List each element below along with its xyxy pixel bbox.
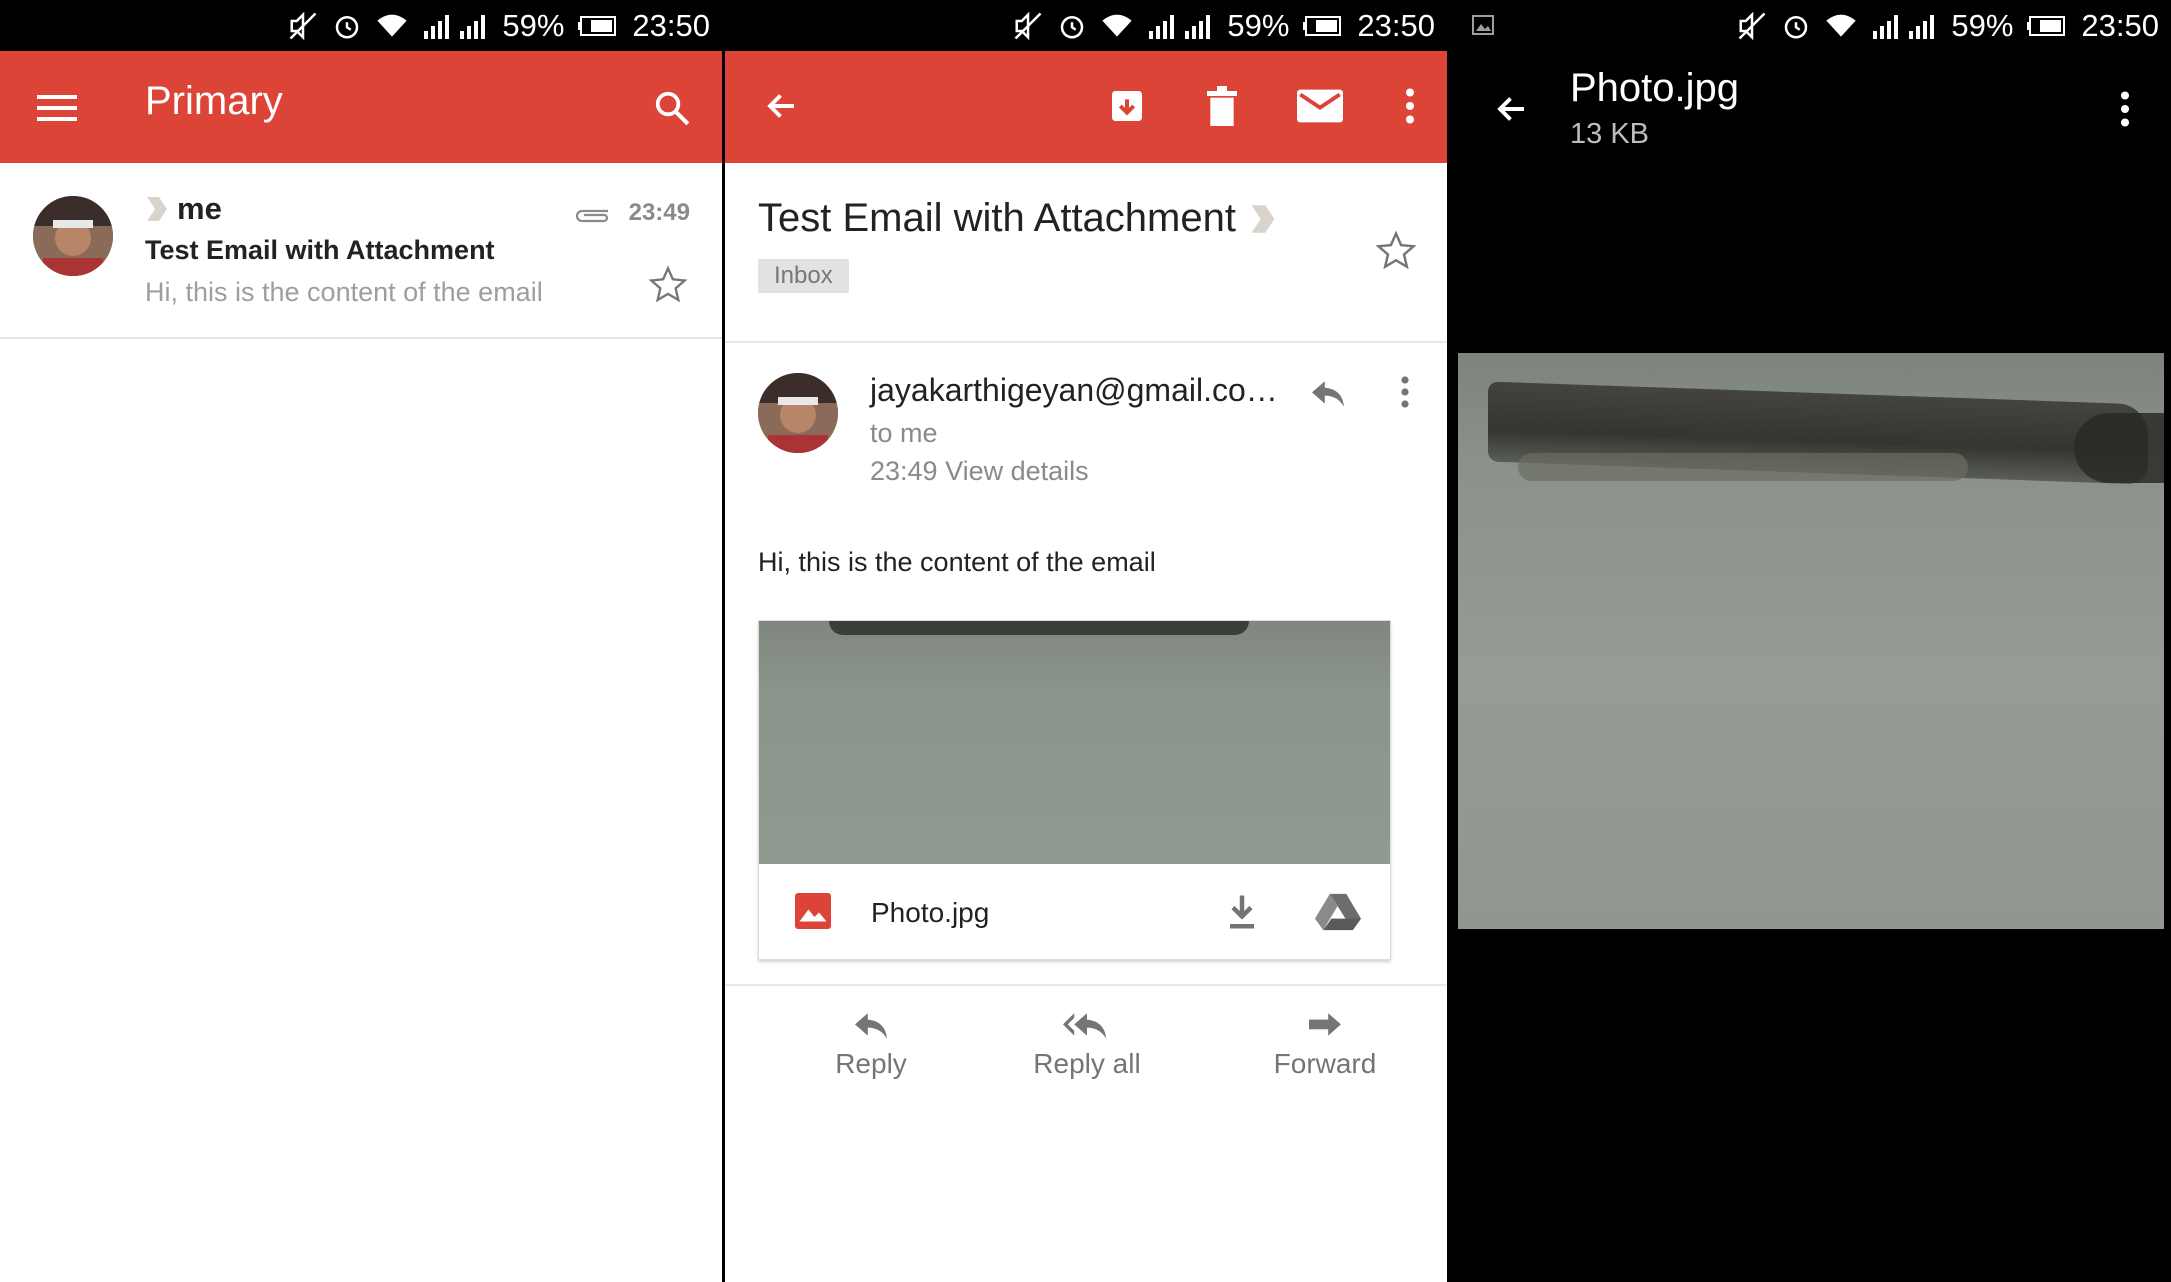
battery-icon xyxy=(1303,15,1342,36)
mute-icon xyxy=(1738,11,1766,40)
signal-icon xyxy=(424,14,486,39)
battery-percent: 59% xyxy=(1227,7,1290,43)
battery-percent: 59% xyxy=(1951,7,2014,43)
status-bar: 59% 23:50 xyxy=(0,0,722,51)
more-options-icon[interactable] xyxy=(2110,82,2140,136)
image-notification-icon xyxy=(1472,15,1494,35)
back-arrow-icon[interactable] xyxy=(755,79,809,133)
signal-icon xyxy=(1149,14,1211,39)
recipient-text: to me xyxy=(870,418,938,448)
attachment-icon xyxy=(575,209,609,223)
sender-avatar xyxy=(758,373,838,453)
wifi-icon xyxy=(377,14,408,37)
sender-name: me xyxy=(177,191,222,226)
label-chip[interactable]: Inbox xyxy=(758,259,849,293)
more-options-icon[interactable] xyxy=(1395,79,1425,133)
mark-unread-icon[interactable] xyxy=(1290,79,1350,133)
battery-percent: 59% xyxy=(502,7,565,43)
sender-more-icon[interactable] xyxy=(1395,370,1415,414)
message-subject: Test Email with Attachment xyxy=(758,196,1236,240)
divider xyxy=(725,984,1447,986)
status-bar: 59% 23:50 xyxy=(725,0,1447,51)
viewer-file-size: 13 KB xyxy=(1570,118,1649,150)
reply-label: Reply xyxy=(835,1048,907,1079)
save-to-drive-icon[interactable] xyxy=(1311,889,1365,935)
menu-icon[interactable] xyxy=(30,81,84,135)
email-subject: Test Email with Attachment xyxy=(145,235,495,265)
signal-icon xyxy=(1873,14,1935,39)
message-screen: 59% 23:50 Test Email with Attachment Inb… xyxy=(725,0,1447,1282)
battery-icon xyxy=(2027,15,2066,36)
reply-all-label: Reply all xyxy=(1033,1048,1141,1079)
attachment-card[interactable]: Photo.jpg xyxy=(758,620,1391,960)
forward-label: Forward xyxy=(1273,1048,1377,1079)
email-snippet: Hi, this is the content of the email xyxy=(145,277,543,307)
message-subject-row: Test Email with Attachment xyxy=(758,196,1278,241)
reply-icon xyxy=(855,1013,887,1039)
image-viewer-screen: 59% 23:50 Photo.jpg 13 KB xyxy=(1450,0,2171,1282)
download-icon[interactable] xyxy=(1219,889,1265,935)
email-time: 23:49 xyxy=(628,199,690,226)
message-time: 23:49 xyxy=(870,456,938,486)
reply-icon[interactable] xyxy=(1303,372,1353,416)
alarm-icon xyxy=(1061,15,1084,38)
importance-marker-icon[interactable] xyxy=(145,195,169,223)
attachment-preview[interactable] xyxy=(759,621,1390,864)
archive-icon[interactable] xyxy=(1100,79,1154,133)
divider xyxy=(725,341,1447,343)
alarm-icon xyxy=(1785,15,1808,38)
wifi-icon xyxy=(1102,14,1133,37)
mute-icon xyxy=(1014,11,1042,40)
sender-row: me xyxy=(145,191,222,227)
message-actions: Reply Reply all Forward xyxy=(725,1010,1447,1110)
alarm-icon xyxy=(336,15,359,38)
status-bar: 59% 23:50 xyxy=(1450,0,2171,51)
search-icon[interactable] xyxy=(645,81,699,135)
forward-icon xyxy=(1309,1013,1341,1036)
reply-all-icon xyxy=(1063,1013,1107,1039)
battery-icon xyxy=(578,15,617,36)
view-details-link[interactable]: View details xyxy=(945,456,1089,486)
image-file-icon xyxy=(795,893,831,929)
importance-marker-icon[interactable] xyxy=(1248,203,1278,235)
wifi-icon xyxy=(1826,14,1857,37)
app-bar: Primary xyxy=(0,51,722,163)
star-icon[interactable] xyxy=(648,265,688,305)
mute-icon xyxy=(289,11,317,40)
full-photo[interactable] xyxy=(1458,353,2164,929)
forward-button[interactable]: Forward xyxy=(1225,1010,1425,1080)
message-body: Hi, this is the content of the email xyxy=(758,547,1156,577)
reply-all-button[interactable]: Reply all xyxy=(987,1010,1187,1080)
back-arrow-icon[interactable] xyxy=(1485,82,1539,136)
clock: 23:50 xyxy=(2081,7,2159,43)
clock: 23:50 xyxy=(632,7,710,43)
delete-icon[interactable] xyxy=(1195,79,1249,133)
app-bar xyxy=(725,51,1447,163)
message-meta: 23:49 View details xyxy=(870,456,1089,487)
sender-email[interactable]: jayakarthigeyan@gmail.co… xyxy=(870,372,1278,409)
viewer-title: Photo.jpg xyxy=(1570,66,1740,110)
reply-button[interactable]: Reply xyxy=(771,1010,971,1080)
inbox-screen: 59% 23:50 Primary me 23:49 Test Email wi… xyxy=(0,0,722,1282)
email-list-item[interactable]: me 23:49 Test Email with Attachment Hi, … xyxy=(0,163,722,339)
sender-avatar xyxy=(33,196,113,276)
attachment-name: Photo.jpg xyxy=(871,897,990,928)
clock: 23:50 xyxy=(1357,7,1435,43)
star-icon[interactable] xyxy=(1375,230,1417,272)
page-title: Primary xyxy=(145,79,283,123)
